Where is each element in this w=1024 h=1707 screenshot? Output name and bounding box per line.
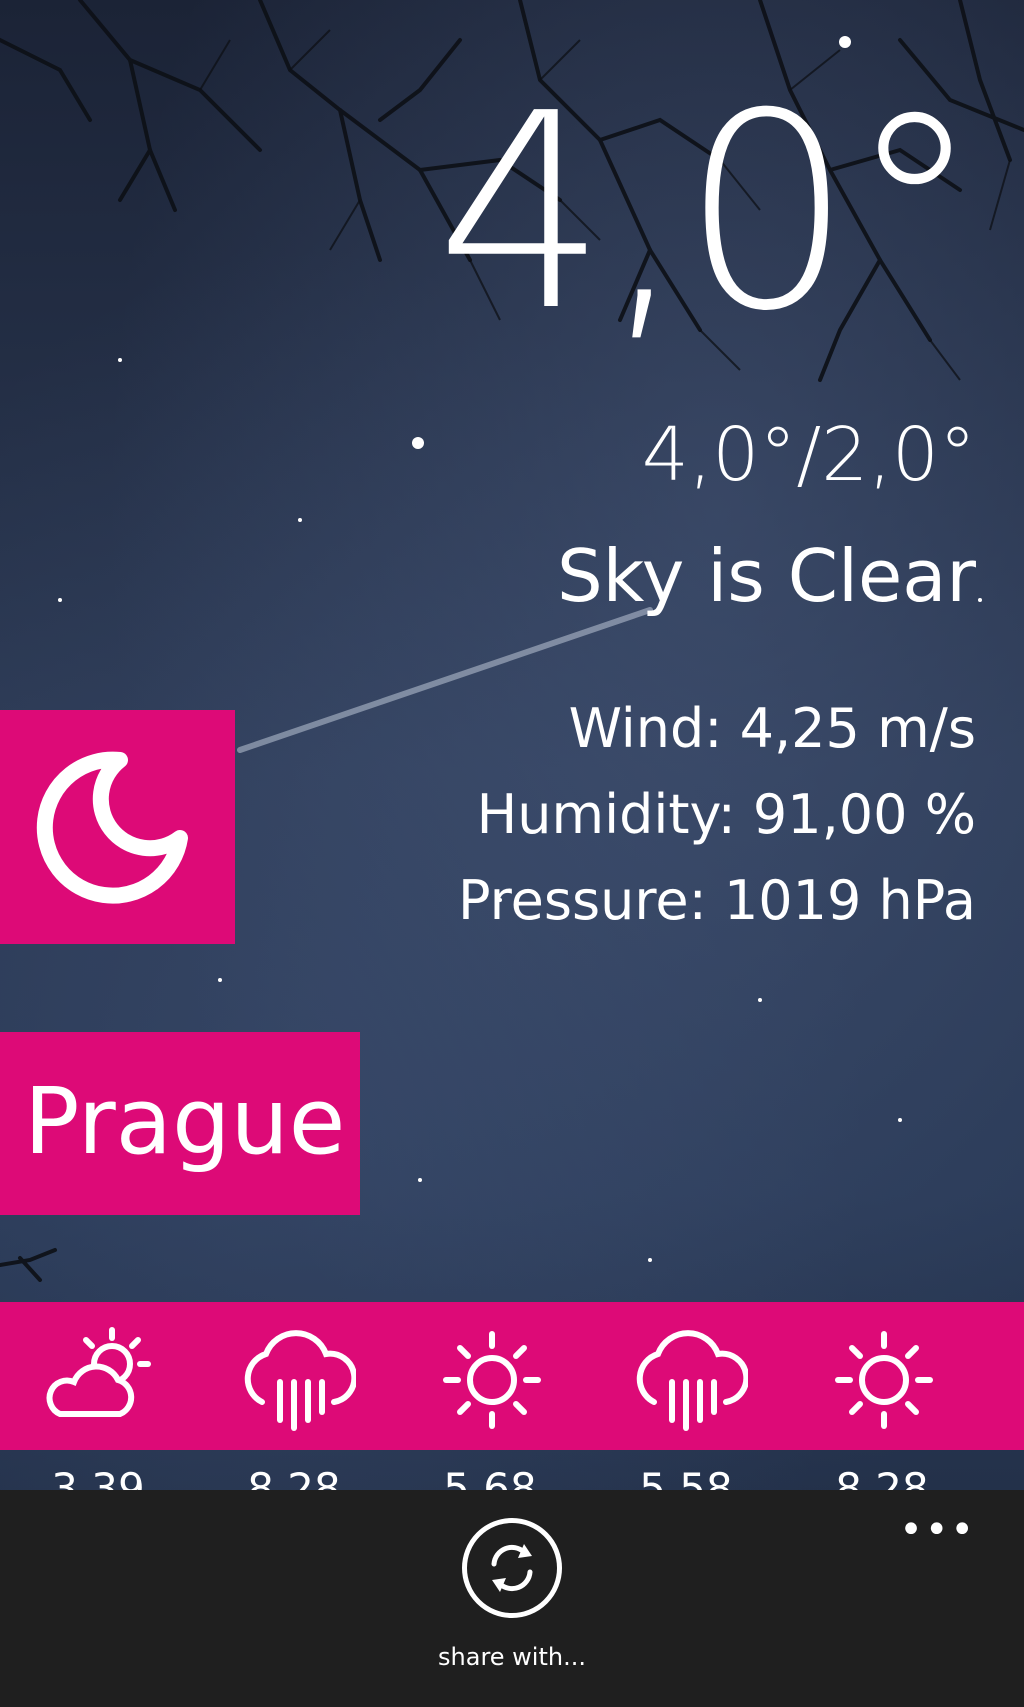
forecast-temp: 8,28 — [247, 1464, 341, 1491]
forecast-item[interactable] — [196, 1302, 392, 1450]
forecast-temp: 5,68 — [443, 1464, 537, 1491]
forecast-item[interactable] — [0, 1302, 196, 1450]
forecast-item[interactable] — [784, 1302, 980, 1450]
city-tile[interactable]: Prague — [0, 1032, 360, 1215]
moon-icon — [36, 751, 188, 904]
current-weather-tile[interactable] — [0, 710, 235, 944]
partly-cloudy-icon — [46, 1327, 151, 1417]
weather-details: Wind: 4,25 m/s Humidity: 91,00 % Pressur… — [458, 686, 976, 944]
sun-icon — [835, 1331, 933, 1429]
forecast-item[interactable] — [392, 1302, 588, 1450]
rain-cloud-icon — [244, 1330, 356, 1431]
more-options-button[interactable]: ••• — [899, 1510, 976, 1550]
humidity-value: Humidity: 91,00 % — [476, 783, 976, 846]
forecast-item[interactable] — [588, 1302, 784, 1450]
weather-condition: Sky is Clear — [556, 534, 976, 618]
forecast-temp: 8,28 — [835, 1464, 929, 1491]
rain-cloud-icon — [636, 1330, 748, 1431]
forecast-temperatures: 3,39 8,28 5,68 5,58 8,28 — [0, 1450, 1024, 1491]
forecast-bar — [0, 1302, 1024, 1450]
share-label: share with... — [438, 1643, 586, 1671]
current-temperature: 4,0° — [435, 55, 982, 370]
sun-icon — [443, 1331, 541, 1429]
pressure-value: Pressure: 1019 hPa — [458, 869, 976, 932]
forecast-temp: 3,39 — [51, 1464, 145, 1491]
forecast-temp: 5,58 — [639, 1464, 733, 1491]
share-icon — [491, 1544, 533, 1592]
high-low-temperature: 4,0°/2,0° — [641, 412, 976, 498]
city-name: Prague — [24, 1068, 346, 1175]
share-button[interactable] — [462, 1518, 562, 1618]
wind-value: Wind: 4,25 m/s — [568, 697, 976, 760]
app-bar: ••• share with... — [0, 1490, 1024, 1707]
